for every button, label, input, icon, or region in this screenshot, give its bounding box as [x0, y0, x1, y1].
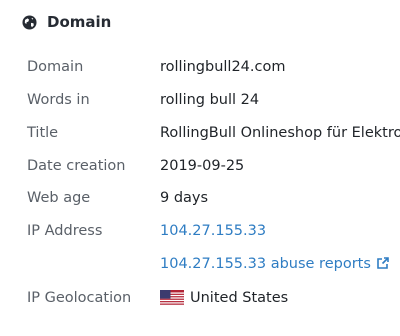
ip-address-link[interactable]: 104.27.155.33	[160, 223, 266, 239]
date-creation-label: Date creation	[27, 158, 126, 174]
ip-geolocation-value: United States	[190, 290, 289, 306]
domain-label: Domain	[27, 59, 84, 75]
title-value: RollingBull Onlineshop für Elektro	[160, 125, 400, 141]
words-in-label: Words in	[27, 92, 90, 108]
abuse-reports-link[interactable]: 104.27.155.33 abuse reports	[160, 256, 390, 272]
domain-row: Domain rollingbull24.com	[27, 55, 400, 79]
ip-geolocation-label: IP Geolocation	[27, 290, 132, 306]
web-age-value: 9 days	[160, 190, 209, 206]
words-in-value: rolling bull 24	[160, 92, 260, 108]
date-creation-row: Date creation 2019-09-25	[27, 154, 400, 178]
abuse-reports-label: 104.27.155.33 abuse reports	[160, 256, 371, 272]
domain-value: rollingbull24.com	[160, 59, 286, 75]
web-age-label: Web age	[27, 190, 91, 206]
section-title: Domain	[47, 13, 112, 31]
date-creation-value: 2019-09-25	[160, 158, 245, 174]
ip-address-row: IP Address 104.27.155.33	[27, 219, 400, 243]
abuse-reports-row: 104.27.155.33 abuse reports	[27, 252, 400, 276]
title-row: Title RollingBull Onlineshop für Elektro	[27, 121, 400, 145]
ip-address-label: IP Address	[27, 223, 103, 239]
ip-geolocation-row: IP Geolocation United States	[27, 286, 400, 310]
web-age-row: Web age 9 days	[27, 186, 400, 210]
section-header: Domain	[22, 10, 111, 34]
us-flag-icon	[160, 290, 184, 306]
words-in-row: Words in rolling bull 24	[27, 88, 400, 112]
title-label: Title	[27, 125, 59, 141]
globe-icon	[22, 14, 37, 30]
external-link-icon	[377, 257, 389, 269]
